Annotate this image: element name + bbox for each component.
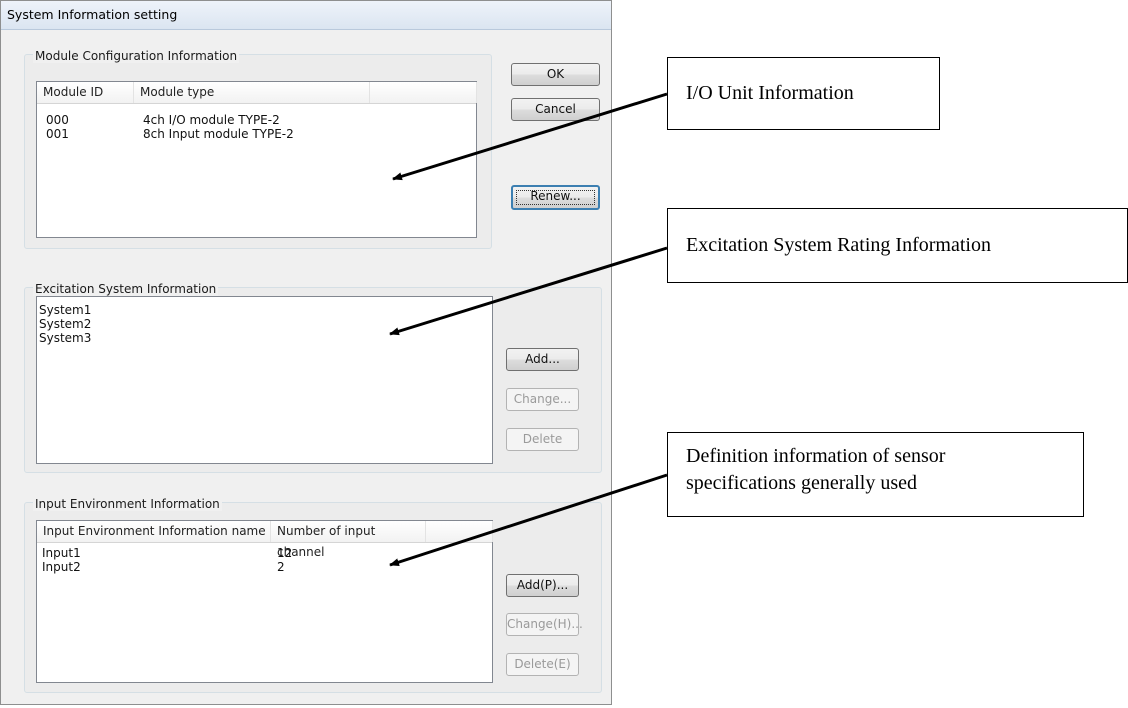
arrow-excitation [389, 246, 668, 336]
arrow-io-unit [392, 92, 668, 181]
annotation-arrows [389, 92, 668, 567]
arrow-definition [389, 473, 668, 567]
